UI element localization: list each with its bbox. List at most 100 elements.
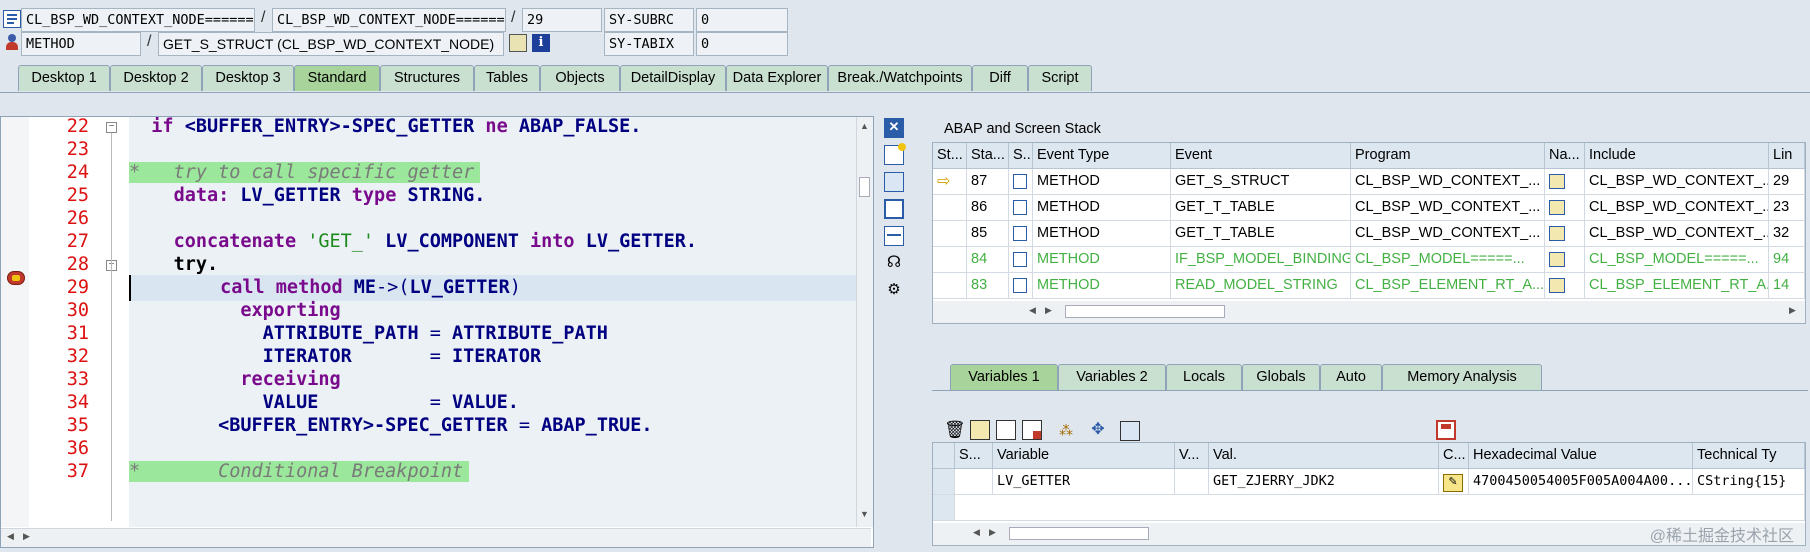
- include-cell[interactable]: CL_BSP_ELEMENT_RT_A...: [1585, 273, 1769, 299]
- tab-memory-analysis[interactable]: Memory Analysis: [1382, 364, 1542, 390]
- scroll-thumb[interactable]: [1009, 527, 1149, 540]
- include-cell[interactable]: CL_BSP_WD_CONTEXT_...: [1585, 195, 1769, 221]
- new-tool-icon[interactable]: [884, 143, 906, 165]
- tab-desktop-1[interactable]: Desktop 1: [18, 65, 110, 91]
- variable-name-cell[interactable]: LV_GETTER: [993, 469, 1175, 495]
- column-header[interactable]: Hexadecimal Value: [1469, 443, 1693, 469]
- navigate-icon[interactable]: [509, 34, 527, 52]
- event-cell[interactable]: GET_S_STRUCT: [1171, 169, 1351, 195]
- column-header[interactable]: Lin: [1769, 143, 1805, 169]
- column-header[interactable]: S...: [1009, 143, 1033, 169]
- tab-data-explorer[interactable]: Data Explorer: [726, 65, 828, 91]
- include-field[interactable]: CL_BSP_WD_CONTEXT_NODE========: [272, 8, 506, 32]
- sysvar-value-2[interactable]: 0: [696, 32, 788, 56]
- scroll-right-end-arrow-icon[interactable]: ▶: [1789, 305, 1796, 316]
- empty-row[interactable]: [955, 495, 1805, 521]
- event-cell[interactable]: GET_T_TABLE: [1171, 221, 1351, 247]
- scroll-right-arrow-icon[interactable]: ▶: [1045, 305, 1052, 316]
- tab-locals[interactable]: Locals: [1166, 364, 1242, 390]
- move-icon[interactable]: ✥: [1088, 420, 1108, 440]
- column-header[interactable]: Val.: [1209, 443, 1439, 469]
- save-icon[interactable]: [1436, 420, 1456, 440]
- program-cell[interactable]: CL_BSP_WD_CONTEXT_...: [1351, 221, 1545, 247]
- scroll-left-arrow-icon[interactable]: ◀: [973, 527, 980, 538]
- resize-tool-icon[interactable]: [884, 226, 904, 246]
- column-header[interactable]: Include: [1585, 143, 1769, 169]
- row-selector[interactable]: [933, 469, 955, 495]
- row-selector[interactable]: [933, 495, 955, 521]
- scroll-up-arrow-icon[interactable]: ▲: [860, 121, 869, 131]
- stack-horizontal-scrollbar[interactable]: ◀ ▶ ▶: [933, 301, 1805, 323]
- tab-detaildisplay[interactable]: DetailDisplay: [620, 65, 726, 91]
- headset-tool-icon[interactable]: ☊: [884, 254, 904, 274]
- navigate-icon[interactable]: [1545, 195, 1585, 221]
- code-text-area[interactable]: if <BUFFER_ENTRY>-SPEC_GETTER ne ABAP_FA…: [129, 117, 869, 527]
- scroll-right-arrow-icon[interactable]: ▶: [23, 531, 30, 542]
- event-cell[interactable]: READ_MODEL_STRING: [1171, 273, 1351, 299]
- close-pane-icon[interactable]: ✕: [884, 118, 904, 138]
- program-cell[interactable]: CL_BSP_ELEMENT_RT_A...: [1351, 273, 1545, 299]
- swap-tool-icon[interactable]: [884, 172, 904, 192]
- variable-value-cell[interactable]: GET_ZJERRY_JDK2: [1209, 469, 1439, 495]
- line-field[interactable]: 29: [522, 8, 602, 32]
- event-cell[interactable]: GET_T_TABLE: [1171, 195, 1351, 221]
- folder-icon[interactable]: [1120, 421, 1140, 441]
- tab-diff[interactable]: Diff: [972, 65, 1028, 91]
- tab-structures[interactable]: Structures: [380, 65, 474, 91]
- tab-auto[interactable]: Auto: [1320, 364, 1382, 390]
- column-header[interactable]: Na...: [1545, 143, 1585, 169]
- tab-tables[interactable]: Tables: [474, 65, 540, 91]
- program-cell[interactable]: CL_BSP_WD_CONTEXT_...: [1351, 195, 1545, 221]
- program-field[interactable]: CL_BSP_WD_CONTEXT_NODE========: [21, 8, 255, 32]
- tab-desktop-3[interactable]: Desktop 3: [202, 65, 294, 91]
- tab-standard[interactable]: Standard: [294, 65, 380, 91]
- row-selector-header[interactable]: [933, 443, 955, 469]
- include-cell[interactable]: CL_BSP_MODEL=====...: [1585, 247, 1769, 273]
- column-header[interactable]: Technical Ty: [1693, 443, 1805, 469]
- sysvar-value-1[interactable]: 0: [696, 8, 788, 32]
- column-header[interactable]: St...: [933, 143, 967, 169]
- save-variables-icon[interactable]: [1022, 420, 1042, 440]
- services-tool-icon[interactable]: ⚙: [884, 281, 904, 301]
- navigate-icon[interactable]: [1545, 273, 1585, 299]
- navigate-icon[interactable]: [1545, 169, 1585, 195]
- info-icon[interactable]: i: [532, 34, 550, 52]
- import-icon[interactable]: [970, 420, 990, 440]
- program-cell[interactable]: CL_BSP_MODEL=====...: [1351, 247, 1545, 273]
- tab-objects[interactable]: Objects: [540, 65, 620, 91]
- tab-variables-1[interactable]: Variables 1: [950, 364, 1058, 390]
- tab-script[interactable]: Script: [1028, 65, 1092, 91]
- source-code-editor[interactable]: 22 23 24 25 26 27 28 29 30 31 32 33 34 3…: [0, 116, 874, 548]
- fold-toggle-icon[interactable]: −: [106, 122, 117, 133]
- column-header[interactable]: S...: [955, 443, 993, 469]
- tab-break-watchpoints[interactable]: Break./Watchpoints: [828, 65, 972, 91]
- column-header[interactable]: Event: [1171, 143, 1351, 169]
- hex-value-cell[interactable]: 4700450054005F005A004A00...: [1469, 469, 1693, 495]
- event-cell[interactable]: IF_BSP_MODEL_BINDING...: [1171, 247, 1351, 273]
- scroll-thumb[interactable]: [859, 177, 870, 197]
- column-header[interactable]: V...: [1175, 443, 1209, 469]
- event-type-field[interactable]: METHOD: [21, 32, 141, 56]
- tab-variables-2[interactable]: Variables 2: [1058, 364, 1166, 390]
- sysvar-name-1[interactable]: SY-SUBRC: [604, 8, 694, 32]
- scroll-left-arrow-icon[interactable]: ◀: [7, 531, 14, 542]
- editor-vertical-scrollbar[interactable]: ▲ ▼: [856, 117, 873, 527]
- column-header[interactable]: Event Type: [1033, 143, 1171, 169]
- navigate-icon[interactable]: [1545, 247, 1585, 273]
- export-icon[interactable]: [996, 420, 1016, 440]
- change-value-icon[interactable]: ✎: [1439, 469, 1469, 495]
- hierarchy-icon[interactable]: ⁂: [1056, 420, 1076, 440]
- delete-icon[interactable]: 🗑: [944, 420, 966, 440]
- scroll-thumb[interactable]: [1065, 305, 1225, 318]
- tab-desktop-2[interactable]: Desktop 2: [110, 65, 202, 91]
- column-header[interactable]: Sta...: [967, 143, 1009, 169]
- breakpoint-gutter[interactable]: [1, 117, 29, 527]
- column-header[interactable]: C...: [1439, 443, 1469, 469]
- maximize-tool-icon[interactable]: [884, 199, 904, 219]
- program-cell[interactable]: CL_BSP_WD_CONTEXT_...: [1351, 169, 1545, 195]
- navigate-icon[interactable]: [1545, 221, 1585, 247]
- scroll-right-arrow-icon[interactable]: ▶: [989, 527, 996, 538]
- editor-horizontal-scrollbar[interactable]: ◀ ▶: [1, 528, 871, 547]
- event-field[interactable]: GET_S_STRUCT (CL_BSP_WD_CONTEXT_NODE): [158, 32, 504, 56]
- include-cell[interactable]: CL_BSP_WD_CONTEXT_...: [1585, 169, 1769, 195]
